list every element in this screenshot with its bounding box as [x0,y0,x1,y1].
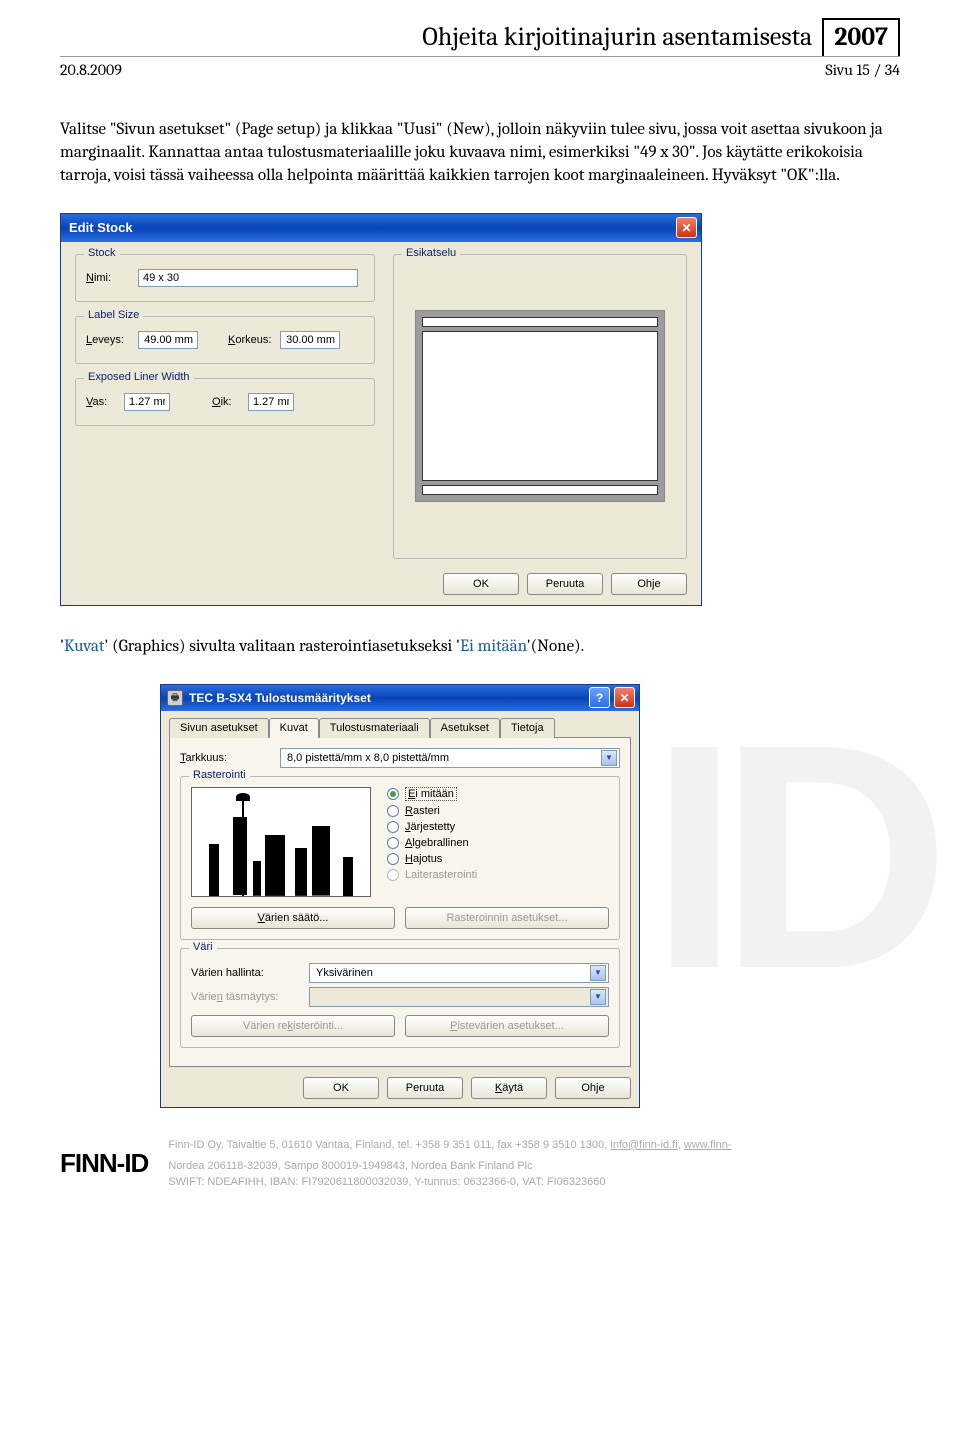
page-footer: FINN-ID Finn-ID Oy, Taivaltie 5, 01610 V… [60,1138,900,1190]
header-page: Sivu 15 / 34 [825,61,900,79]
chevron-down-icon: ▼ [590,989,606,1005]
contexthelp-icon[interactable]: ? [589,687,610,708]
ok-button[interactable]: OK [303,1077,379,1099]
print-preferences-dialog: 🖶 TEC B-SX4 Tulostusmääritykset ? ✕ Sivu… [160,684,640,1108]
stock-group: Stock Nimi: [75,254,375,302]
chevron-down-icon: ▼ [601,750,617,766]
leveys-label: Leveys: [86,334,132,346]
varien-tasmaytys-select: ▼ [309,987,609,1007]
rasteroinnin-asetukset-button: Rasteroinnin asetukset... [405,907,609,929]
cancel-button[interactable]: Peruuta [527,573,603,595]
varien-hallinta-label: Värien hallinta: [191,967,301,979]
radio-algebrallinen[interactable]: Algebrallinen [387,837,477,849]
vas-label: Vas: [86,396,118,408]
korkeus-label: Korkeus: [228,334,274,346]
liner-legend: Exposed Liner Width [84,371,194,383]
help-button[interactable]: Ohje [611,573,687,595]
varien-rekisterointi-button: Värien rekisteröinti... [191,1015,395,1037]
pistevarien-asetukset-button: Pistevärien asetukset... [405,1015,609,1037]
page-header: Ohjeita kirjoitinajurin asentamisesta 20… [60,18,900,57]
chevron-down-icon: ▼ [590,965,606,981]
leveys-input[interactable] [138,331,198,349]
oik-label: Oik: [212,396,242,408]
tab-strip: Sivun asetukset Kuvat Tulostusmateriaali… [169,717,631,738]
vari-group: Väri Värien hallinta: Yksivärinen ▼ Väri… [180,948,620,1048]
finn-id-logo: FINN-ID [60,1148,148,1179]
oik-input[interactable] [248,393,294,411]
dialog2-title: TEC B-SX4 Tulostusmääritykset [189,691,371,705]
footer-text: Finn-ID Oy, Taivaltie 5, 01610 Vantaa, F… [168,1138,731,1190]
cancel-button[interactable]: Peruuta [387,1077,463,1099]
close-icon[interactable]: ✕ [676,217,697,238]
tarkkuus-select[interactable]: 8,0 pistettä/mm x 8,0 pistettä/mm ▼ [280,748,620,768]
help-button[interactable]: Ohje [555,1077,631,1099]
tab-asetukset[interactable]: Asetukset [430,718,500,738]
ok-button[interactable]: OK [443,573,519,595]
raster-preview-image [191,787,371,897]
close-icon[interactable]: ✕ [614,687,635,708]
printer-icon: 🖶 [167,690,183,706]
label-size-group: Label Size Leveys: Korkeus: [75,316,375,364]
ei-mitaan-text: Ei mitään [460,637,527,656]
varien-hallinta-select[interactable]: Yksivärinen ▼ [309,963,609,983]
radio-rasteri[interactable]: Rasteri [387,805,477,817]
varien-tasmaytys-label: Värien täsmäytys: [191,991,301,1003]
paragraph-2: 'Kuvat' (Graphics) sivulta valitaan rast… [60,636,900,659]
tab-sivun-asetukset[interactable]: Sivun asetukset [169,718,269,738]
nimi-label: Nimi: [86,272,132,284]
varien-saato-button[interactable]: Värien säätö... [191,907,395,929]
preview-legend: Esikatselu [402,247,460,259]
paragraph-1: Valitse "Sivun asetukset" (Page setup) j… [60,119,900,188]
radio-hajotus[interactable]: Hajotus [387,853,477,865]
vas-input[interactable] [124,393,170,411]
preview-group: Esikatselu [393,254,687,559]
header-year: 2007 [822,18,900,56]
sub-header: 20.8.2009 Sivu 15 / 34 [60,61,900,79]
raster-legend: Rasterointi [189,769,250,781]
vari-legend: Väri [189,941,217,953]
raster-radio-group: Ei mitään Rasteri Järjestetty Algebralli… [387,787,477,897]
rasterointi-group: Rasterointi Ei mitään Rasteri Järjestett… [180,776,620,940]
label-preview [404,265,676,548]
radio-jarjestetty[interactable]: Järjestetty [387,821,477,833]
nimi-input[interactable] [138,269,358,287]
tarkkuus-value: 8,0 pistettä/mm x 8,0 pistettä/mm [287,752,449,764]
kuvat-text: Kuvat [64,637,104,656]
dialog2-titlebar: 🖶 TEC B-SX4 Tulostusmääritykset ? ✕ [161,685,639,711]
header-date: 20.8.2009 [60,61,122,79]
apply-button[interactable]: Käytä [471,1077,547,1099]
tarkkuus-label: Tarkkuus: [180,752,270,764]
labelsize-legend: Label Size [84,309,143,321]
tab-kuvat[interactable]: Kuvat [269,718,319,738]
liner-group: Exposed Liner Width Vas: Oik: [75,378,375,426]
watermark: ID [650,672,930,1040]
tab-tietoja[interactable]: Tietoja [500,718,555,738]
edit-stock-dialog: Edit Stock ✕ Stock Nimi: Label Size [60,213,702,606]
korkeus-input[interactable] [280,331,340,349]
radio-ei-mitaan[interactable]: Ei mitään [387,787,477,801]
dialog-title: Edit Stock [69,220,133,235]
stock-legend: Stock [84,247,120,259]
footer-www-link[interactable]: www.finn- [684,1139,732,1151]
tab-tulostusmateriaali[interactable]: Tulostusmateriaali [319,718,430,738]
dialog-titlebar: Edit Stock ✕ [61,214,701,242]
footer-email-link[interactable]: info@finn-id.fi [610,1139,677,1151]
header-title: Ohjeita kirjoitinajurin asentamisesta [422,18,822,56]
radio-laiterasterointi: Laiterasterointi [387,869,477,881]
